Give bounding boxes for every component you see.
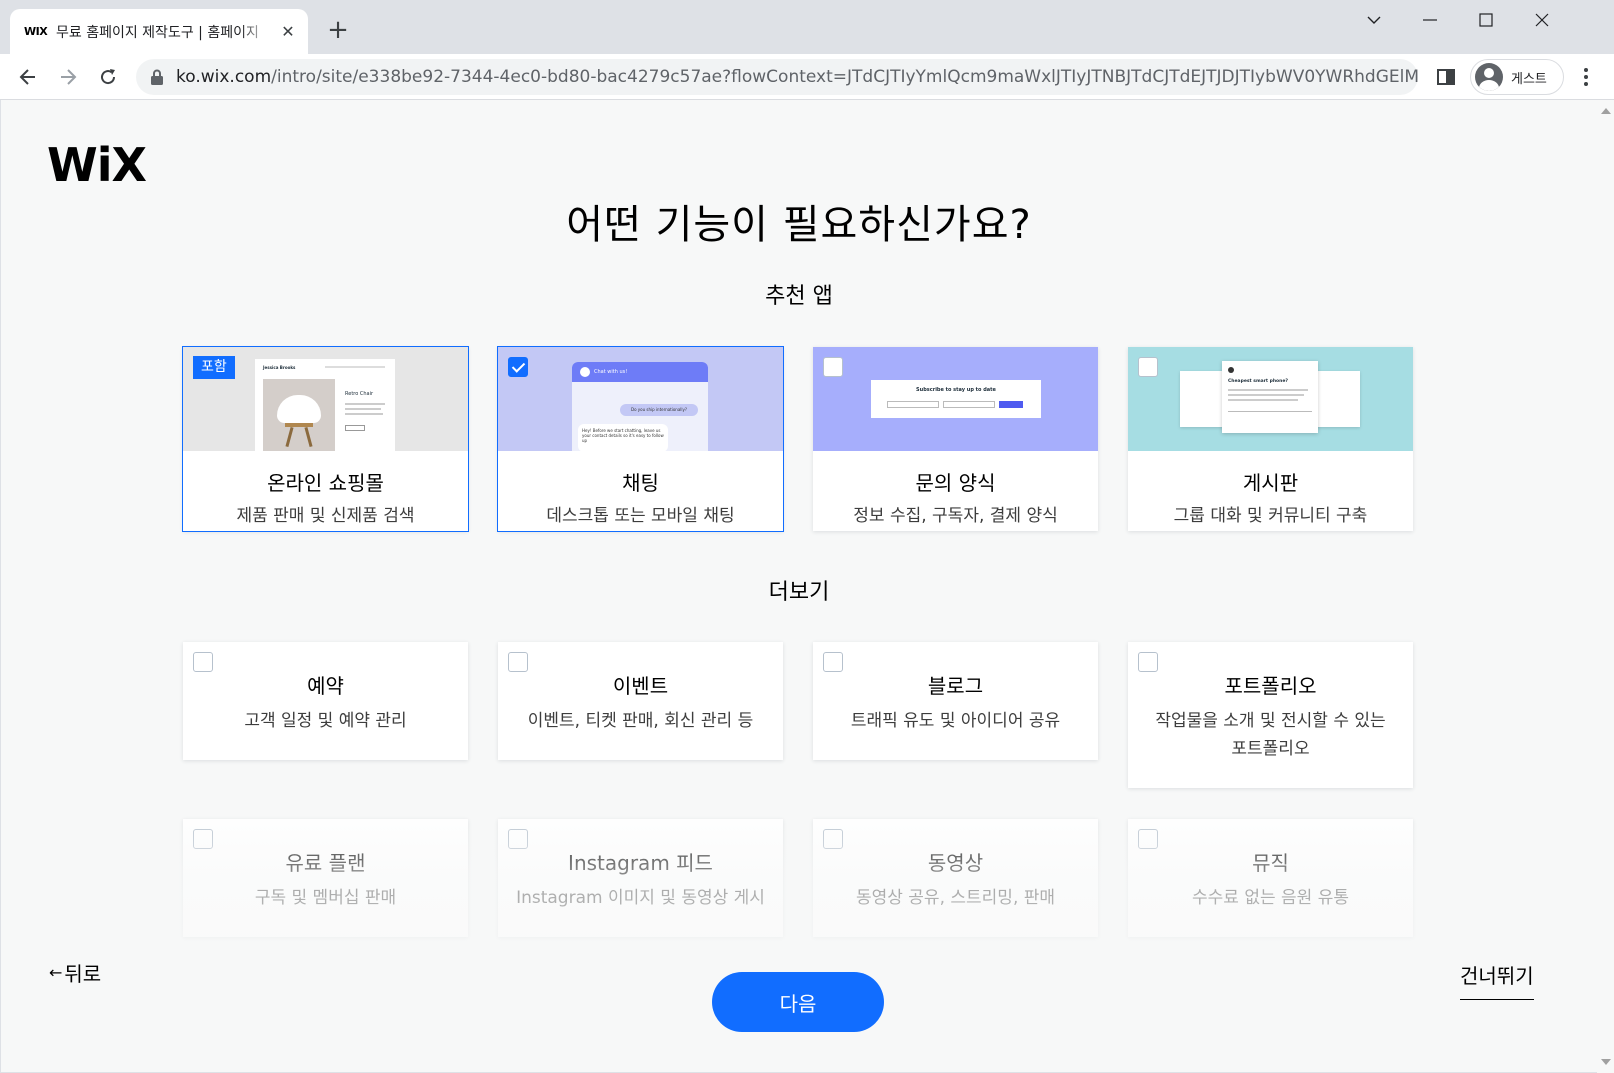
pricing-plans-checkbox[interactable]: [193, 829, 213, 849]
card-desc: 데스크톱 또는 모바일 채팅: [546, 506, 735, 526]
back-arrow-icon: ←: [49, 963, 63, 982]
app-card-pricing-plans[interactable]: 유료 플랜 구독 및 멤버십 판매: [183, 819, 468, 937]
portfolio-checkbox[interactable]: [1138, 652, 1158, 672]
tab-strip: WIX 무료 홈페이지 제작도구 | 홈페이지 ✕ +: [0, 0, 1614, 54]
bookings-checkbox[interactable]: [193, 652, 213, 672]
form-title-text: Subscribe to stay up to date: [916, 387, 996, 393]
maximize-icon[interactable]: [1458, 0, 1514, 40]
back-label: 뒤로: [64, 962, 102, 986]
wix-logo: WiX: [47, 138, 147, 192]
card-desc: 이벤트, 티켓 판매, 회신 관리 등: [527, 711, 754, 731]
back-button[interactable]: ← 뒤로: [49, 958, 101, 987]
chat-checkbox[interactable]: [508, 357, 528, 377]
tab-title: 무료 홈페이지 제작도구 | 홈페이지: [56, 24, 259, 41]
forum-checkbox[interactable]: [1138, 357, 1158, 377]
profile-label: 게스트: [1511, 71, 1547, 87]
card-title: 채팅: [622, 471, 659, 495]
music-checkbox[interactable]: [1138, 829, 1158, 849]
events-checkbox[interactable]: [508, 652, 528, 672]
card-title: 뮤직: [1252, 851, 1289, 875]
wix-favicon-icon: WIX: [24, 25, 48, 38]
app-card-music[interactable]: 뮤직 수수료 없는 음원 유통: [1128, 819, 1413, 937]
card-desc: Instagram 이미지 및 동영상 게시: [516, 888, 765, 908]
card-title: 게시판: [1242, 471, 1299, 495]
card-title: 이벤트: [612, 674, 669, 698]
online-store-thumbnail: Jessica Brooks Retro Chair 포함: [183, 347, 468, 451]
scroll-up-icon[interactable]: [1601, 108, 1611, 114]
minimize-icon[interactable]: [1402, 0, 1458, 40]
forum-thumbnail: Cheapest smart phone?: [1128, 347, 1413, 451]
skip-button[interactable]: 건너뛰기: [1460, 960, 1534, 1000]
card-desc: 그룹 대화 및 커뮤니티 구축: [1173, 506, 1368, 526]
close-window-icon[interactable]: [1514, 0, 1570, 40]
card-title: 동영상: [927, 851, 984, 875]
url-text: ko.wix.com/intro/site/e338be92-7344-4ec0…: [176, 67, 1418, 87]
store-brand-text: Jessica Brooks: [263, 365, 296, 370]
lock-icon[interactable]: [150, 69, 164, 85]
card-title: 유료 플랜: [285, 851, 366, 875]
store-product-text: Retro Chair: [345, 391, 374, 397]
chat-message-1: Do you ship internationally?: [620, 404, 698, 416]
browser-tab[interactable]: WIX 무료 홈페이지 제작도구 | 홈페이지 ✕: [10, 9, 308, 54]
browser-toolbar: ko.wix.com/intro/site/e338be92-7344-4ec0…: [0, 54, 1614, 100]
included-badge: 포함: [193, 356, 235, 379]
contact-form-thumbnail: Subscribe to stay up to date: [813, 347, 1098, 451]
more-section-title: 더보기: [768, 580, 830, 605]
app-card-events[interactable]: 이벤트 이벤트, 티켓 판매, 회신 관리 등: [498, 642, 783, 760]
page-title: 어떤 기능이 필요하신가요?: [566, 202, 1032, 248]
chat-header-text: Chat with us!: [572, 362, 708, 382]
profile-button[interactable]: 게스트: [1470, 59, 1564, 95]
card-title: Instagram 피드: [568, 851, 713, 875]
card-desc: 수수료 없는 음원 유통: [1192, 888, 1349, 908]
instagram-feed-checkbox[interactable]: [508, 829, 528, 849]
forum-question-text: Cheapest smart phone?: [1228, 379, 1288, 384]
scroll-down-icon[interactable]: [1601, 1059, 1611, 1065]
app-card-instagram-feed[interactable]: Instagram 피드 Instagram 이미지 및 동영상 게시: [498, 819, 783, 937]
card-desc: 트래픽 유도 및 아이디어 공유: [850, 711, 1061, 731]
address-bar[interactable]: ko.wix.com/intro/site/e338be92-7344-4ec0…: [136, 59, 1418, 95]
app-card-bookings[interactable]: 예약 고객 일정 및 예약 관리: [183, 642, 468, 760]
card-desc: 작업물을 소개 및 전시할 수 있는 포트폴리오: [1155, 711, 1386, 759]
side-panel-icon[interactable]: [1434, 65, 1458, 89]
forward-icon[interactable]: [52, 61, 84, 93]
card-title: 포트폴리오: [1224, 674, 1317, 698]
blog-checkbox[interactable]: [823, 652, 843, 672]
chat-message-2: Hey! Before we start chatting, leave us …: [578, 424, 668, 451]
app-card-contact-form[interactable]: Subscribe to stay up to date 문의 양식 정보 수집…: [813, 347, 1098, 531]
chat-thumbnail: Chat with us! Do you ship internationall…: [498, 347, 783, 451]
close-tab-icon[interactable]: ✕: [278, 22, 298, 42]
card-desc: 동영상 공유, 스트리밍, 판매: [855, 888, 1056, 908]
app-card-forum[interactable]: Cheapest smart phone? 게시판 그룹 대화 및 커뮤니티 구…: [1128, 347, 1413, 531]
url-host: ko.wix.com: [176, 67, 272, 87]
recommended-section-title: 추천 앱: [765, 284, 833, 309]
tab-search-icon[interactable]: [1346, 0, 1402, 40]
video-checkbox[interactable]: [823, 829, 843, 849]
app-card-chat[interactable]: Chat with us! Do you ship internationall…: [497, 346, 784, 532]
app-card-blog[interactable]: 블로그 트래픽 유도 및 아이디어 공유: [813, 642, 1098, 760]
profile-icon: [1475, 63, 1503, 91]
new-tab-icon[interactable]: +: [324, 15, 352, 45]
card-desc: 정보 수집, 구독자, 결제 양식: [853, 506, 1058, 526]
more-menu-icon[interactable]: [1574, 65, 1598, 89]
card-desc: 제품 판매 및 신제품 검색: [236, 506, 415, 526]
next-button[interactable]: 다음: [712, 972, 884, 1032]
url-path: /intro/site/e338be92-7344-4ec0-bd80-bac4…: [271, 67, 1418, 87]
card-title: 온라인 쇼핑몰: [267, 471, 384, 495]
app-card-online-store[interactable]: Jessica Brooks Retro Chair 포함 온라인 쇼핑몰 제품…: [182, 346, 469, 532]
card-desc: 고객 일정 및 예약 관리: [244, 711, 407, 731]
card-desc: 구독 및 멤버십 판매: [254, 888, 397, 908]
card-title: 예약: [307, 674, 344, 698]
card-title: 문의 양식: [915, 471, 996, 495]
page-scrollbar[interactable]: [1597, 100, 1614, 1073]
app-card-video[interactable]: 동영상 동영상 공유, 스트리밍, 판매: [813, 819, 1098, 937]
app-card-portfolio[interactable]: 포트폴리오 작업물을 소개 및 전시할 수 있는 포트폴리오: [1128, 642, 1413, 788]
reload-icon[interactable]: [92, 61, 124, 93]
page-content: WiX 어떤 기능이 필요하신가요? 추천 앱 Jessica Brooks R…: [1, 100, 1597, 1072]
card-title: 블로그: [927, 674, 984, 698]
back-icon[interactable]: [12, 61, 44, 93]
contact-form-checkbox[interactable]: [823, 357, 843, 377]
